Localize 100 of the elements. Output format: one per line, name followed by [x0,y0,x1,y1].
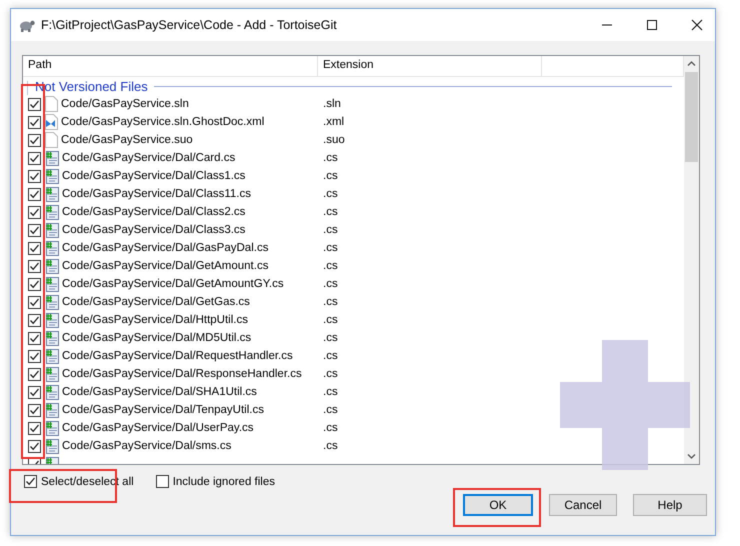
file-path: Code/GasPayService/Dal/GetGas.cs [62,296,250,308]
csharp-file-icon [45,150,59,166]
checkbox[interactable] [28,152,41,164]
file-extension: .cs [323,296,338,308]
file-extension: .cs [323,188,338,200]
window-title: F:\GitProject\GasPayService\Code - Add - TortoiseGit [41,18,338,32]
checkbox[interactable] [28,278,41,290]
checkbox[interactable] [28,368,41,380]
checkmark-icon [29,314,40,326]
scrollbar[interactable] [684,56,699,464]
checkmark-icon [29,386,40,398]
checkbox[interactable] [28,296,41,308]
close-icon[interactable] [691,19,703,31]
file-extension: .cs [323,350,338,362]
checkbox[interactable] [28,206,41,218]
file-path: Code/GasPayService.suo [61,134,193,146]
csharp-file-icon [45,330,59,346]
csharp-file-icon [45,258,59,274]
checkbox[interactable] [28,422,41,434]
checkmark-icon [29,206,40,218]
file-path: Code/GasPayService/Dal/TenpayUtil.cs [62,404,264,416]
checkmark-icon [29,134,40,146]
file-path: Code/GasPayService/Dal/MD5Util.cs [62,332,252,344]
checkmark-icon [29,278,40,290]
checkbox[interactable] [28,170,41,182]
checkbox[interactable] [28,224,41,236]
checkmark-icon [29,152,40,164]
column-header[interactable]: Extension [318,56,542,76]
file-extension: .cs [323,260,338,272]
file-extension: .suo [323,134,345,146]
file-path: Code/GasPayService/Dal/HttpUtil.cs [62,314,248,326]
file-extension: .cs [323,404,338,416]
scroll-thumb[interactable] [685,72,698,162]
csharp-file-icon [45,420,59,436]
csharp-file-icon [45,366,59,382]
file-path: Code/GasPayService/Dal/Card.cs [62,152,236,164]
csharp-file-icon [45,312,59,328]
csharp-file-icon [45,402,59,418]
csharp-file-icon [45,204,59,220]
file-icon [45,96,58,112]
checkbox[interactable] [28,242,41,254]
checkbox-label[interactable]: Include ignored files [172,476,275,488]
file-path: Code/GasPayService/Dal/sms.cs [62,440,232,452]
checkmark-icon [29,368,40,380]
csharp-file-icon [45,294,59,310]
checkmark-icon [29,350,40,362]
file-icon [45,132,58,148]
checkmark-icon [29,422,40,434]
file-extension: .cs [323,386,338,398]
checkbox[interactable] [28,314,41,326]
checkmark-icon [29,116,40,128]
csharp-file-icon [45,348,59,364]
checkbox[interactable] [28,98,41,110]
checkbox[interactable] [28,260,41,272]
csharp-file-icon [45,168,59,184]
file-path: Code/GasPayService/Dal/Class2.cs [62,206,246,218]
csharp-file-icon [45,240,59,256]
checkbox[interactable] [28,350,41,362]
checkmark-icon [29,332,40,344]
checkmark-icon [29,296,40,308]
checkmark-icon [29,170,40,182]
file-path: Code/GasPayService/Dal/Class11.cs [62,188,251,200]
dialog-button[interactable]: Cancel [549,494,617,516]
file-path: Code/GasPayService/Dal/Class3.cs [62,224,246,236]
file-path: Code/GasPayService/Dal/ResponseHandler.cs [62,368,302,380]
dialog-button[interactable]: OK [463,494,533,516]
checkbox[interactable] [28,332,41,344]
file-extension: .cs [323,224,338,236]
dialog-button[interactable]: Help [633,494,707,516]
checkbox[interactable] [28,440,41,452]
file-extension: .sln [323,98,341,110]
file-extension: .cs [323,242,338,254]
checkbox[interactable] [156,475,169,488]
checkmark-icon [29,260,40,272]
maximize-icon[interactable] [646,19,658,31]
checkmark-icon [29,98,40,110]
file-extension: .cs [323,206,338,218]
checkmark-icon [29,224,40,236]
checkbox[interactable] [28,386,41,398]
file-path: Code/GasPayService/Dal/GetAmount.cs [62,260,268,272]
file-path: Code/GasPayService.sln.GhostDoc.xml [61,116,264,128]
column-header[interactable]: Path [23,56,318,76]
checkmark-icon [29,188,40,200]
checkbox[interactable] [24,475,37,488]
checkmark-icon [29,440,40,452]
file-path: Code/GasPayService/Dal/GasPayDal.cs [62,242,268,254]
checkbox[interactable] [28,188,41,200]
checkbox[interactable] [28,404,41,416]
checkbox[interactable] [28,116,41,128]
file-extension: .cs [323,422,338,434]
file-path: Code/GasPayService/Dal/GetAmountGY.cs [62,278,284,290]
checkmark-icon [29,404,40,416]
code-file-icon [45,114,58,130]
file-extension: .cs [323,440,338,452]
csharp-file-icon [45,438,59,454]
file-extension: .cs [323,152,338,164]
file-extension: .cs [323,332,338,344]
file-path: Code/GasPayService/Dal/UserPay.cs [62,422,254,434]
file-extension: .cs [323,368,338,380]
checkbox[interactable] [28,134,41,146]
